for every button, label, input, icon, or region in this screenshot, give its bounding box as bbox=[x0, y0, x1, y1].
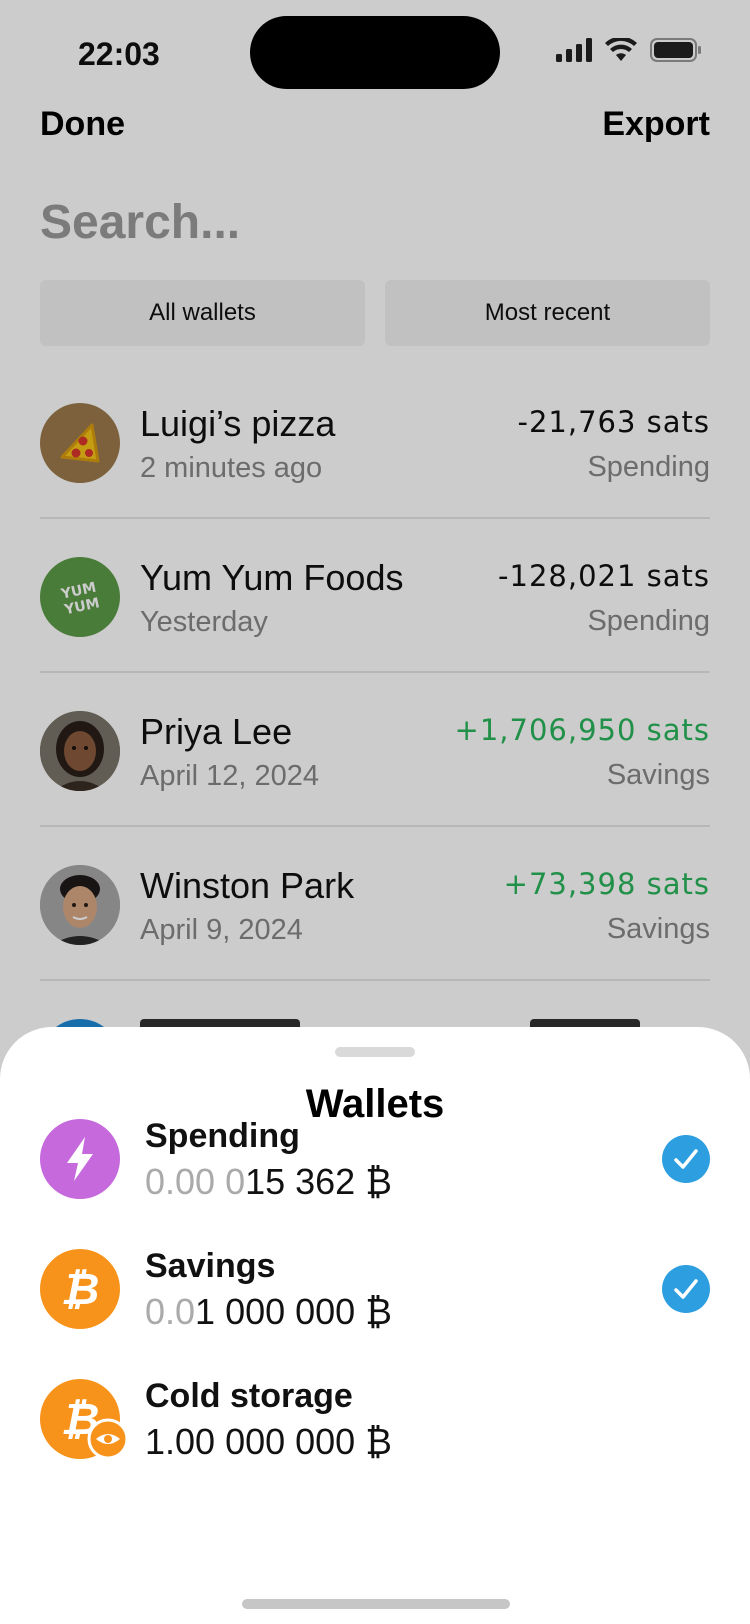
wallet-name: Cold storage bbox=[145, 1377, 353, 1415]
wallet-name: Spending bbox=[145, 1117, 300, 1155]
wallet-balance-value: 15 362 ₿ bbox=[245, 1161, 392, 1202]
transactions-screen: 22:03 Done Export All wallets Most recen… bbox=[0, 0, 750, 1624]
wallet-option-spending[interactable]: Spending 0.00 015 362 ₿ bbox=[40, 1117, 710, 1207]
svg-text:₿: ₿ bbox=[61, 1264, 100, 1315]
wallet-option-cold-storage[interactable]: ₿ Cold storage 1.00 000 000 ₿ bbox=[40, 1377, 710, 1467]
bitcoin-watch-icon: ₿ bbox=[40, 1379, 129, 1460]
wallet-balance-value: 1 000 000 ₿ bbox=[195, 1291, 392, 1332]
wallet-balance-leading: 0.00 0 bbox=[145, 1161, 246, 1202]
checkmark-icon[interactable] bbox=[662, 1265, 710, 1313]
wallet-balance: 0.01 000 000 ₿ bbox=[145, 1291, 392, 1333]
lightning-icon bbox=[40, 1119, 120, 1199]
home-indicator[interactable] bbox=[242, 1599, 510, 1609]
wallet-name: Savings bbox=[145, 1247, 276, 1285]
wallets-sheet: Wallets Spending 0.00 015 362 ₿ ₿ Saving… bbox=[0, 1027, 750, 1624]
bitcoin-icon: ₿ bbox=[40, 1249, 120, 1329]
wallet-balance-leading: 0.0 bbox=[145, 1291, 196, 1332]
wallet-option-savings[interactable]: ₿ Savings 0.01 000 000 ₿ bbox=[40, 1247, 710, 1337]
wallet-balance: 1.00 000 000 ₿ bbox=[145, 1421, 392, 1463]
checkmark-icon[interactable] bbox=[662, 1135, 710, 1183]
sheet-grabber[interactable] bbox=[335, 1047, 415, 1057]
wallet-balance-value: 1.00 000 000 ₿ bbox=[145, 1421, 392, 1462]
wallet-balance: 0.00 015 362 ₿ bbox=[145, 1161, 392, 1203]
